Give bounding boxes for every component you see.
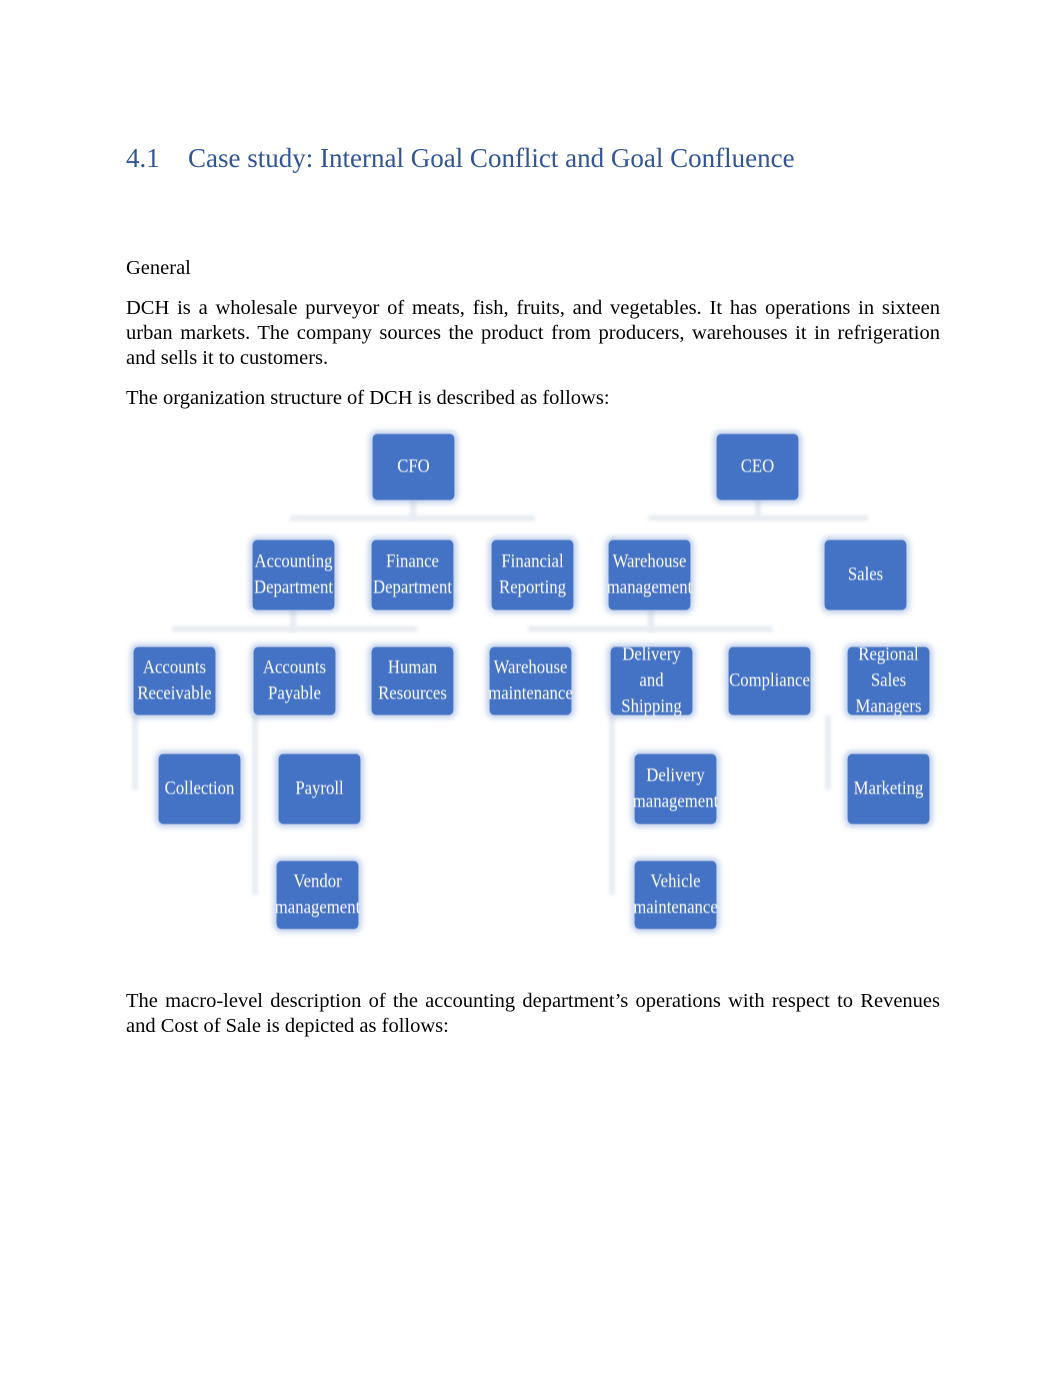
node-compliance: Compliance — [728, 647, 811, 715]
paragraph-org-intro: The organization structure of DCH is des… — [126, 387, 610, 409]
connector — [132, 715, 138, 790]
node-cfo: CFO — [372, 434, 455, 500]
node-warehouse-management: Warehouse management — [607, 540, 692, 610]
node-vehicle-maintenance: Vehicle maintenance — [633, 861, 718, 929]
node-payroll: Payroll — [278, 754, 361, 824]
node-finance-department: Finance Department — [371, 540, 454, 610]
node-accounting-department: Accounting Department — [252, 540, 335, 610]
node-regional-sales-managers: Regional Sales Managers — [847, 644, 930, 717]
node-collection: Collection — [158, 754, 241, 824]
node-accounts-receivable: Accounts Receivable — [133, 647, 216, 715]
node-financial-reporting: Financial Reporting — [491, 540, 574, 610]
node-delivery-management: Delivery management — [633, 754, 718, 824]
connector — [528, 626, 773, 632]
node-marketing: Marketing — [847, 754, 930, 824]
connector — [648, 515, 868, 521]
connector — [609, 715, 615, 895]
node-vendor-management: Vendor management — [275, 861, 360, 929]
connector — [825, 715, 831, 790]
node-ceo: CEO — [716, 434, 799, 500]
paragraph-description: DCH is a wholesale purveyor of meats, fi… — [126, 297, 940, 369]
section-title: Case study: Internal Goal Conflict and G… — [188, 143, 795, 173]
node-human-resources: Human Resources — [371, 647, 454, 715]
paragraph-macro: The macro-level description of the accou… — [126, 990, 940, 1037]
connector — [290, 515, 535, 521]
connector — [252, 715, 258, 895]
node-sales: Sales — [824, 540, 907, 610]
section-heading: 4.1 Case study: Internal Goal Conflict an… — [126, 143, 795, 174]
subheading-general: General — [126, 257, 191, 279]
node-warehouse-maintenance: Warehouse maintenance — [488, 647, 573, 715]
connector — [172, 626, 417, 632]
node-accounts-payable: Accounts Payable — [253, 647, 336, 715]
node-delivery-and-shipping: Delivery and Shipping — [610, 644, 693, 717]
section-number: 4.1 — [126, 143, 160, 173]
